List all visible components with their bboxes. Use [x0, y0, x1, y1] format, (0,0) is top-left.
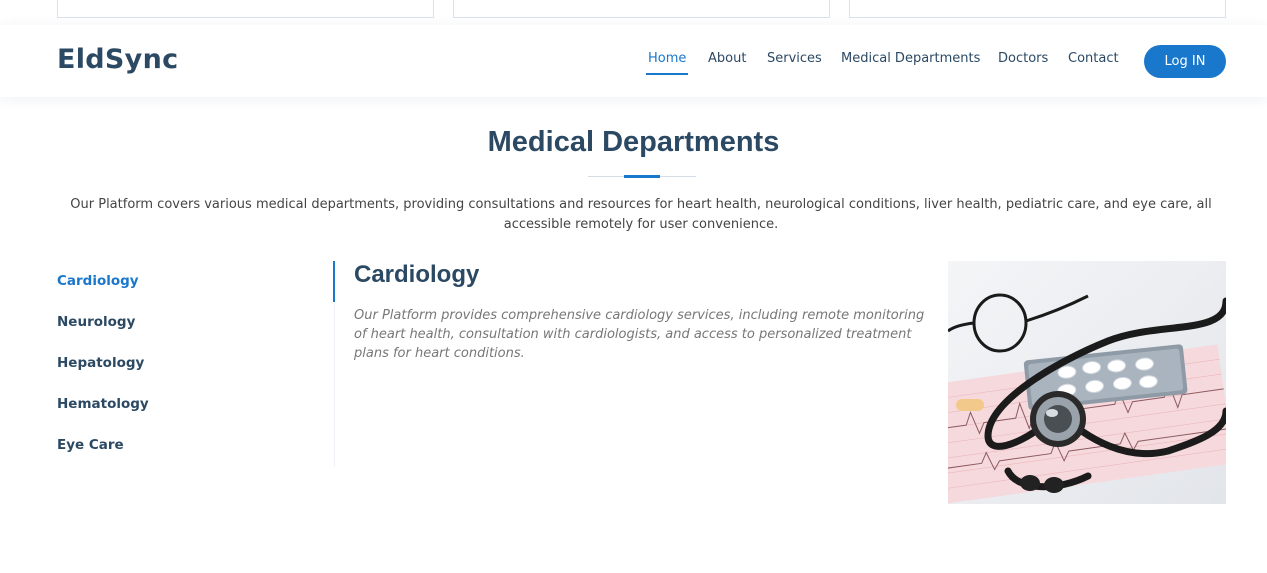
department-tabs: Cardiology Neurology Hepatology Hematolo…: [57, 261, 335, 467]
section-title: Medical Departments: [487, 126, 780, 158]
site-logo[interactable]: EldSync: [57, 44, 178, 75]
nav-doctors[interactable]: Doctors: [998, 51, 1048, 66]
login-button[interactable]: Log IN: [1144, 45, 1226, 78]
site-header: EldSync Home About Services Medical Depa…: [0, 25, 1267, 97]
top-cards-row: [0, 0, 1267, 18]
section-description: Our Platform covers various medical depa…: [70, 197, 1212, 232]
nav-contact[interactable]: Contact: [1068, 51, 1119, 66]
tab-active-indicator: [333, 261, 335, 302]
nav-home[interactable]: Home: [648, 51, 686, 66]
department-title: Cardiology: [354, 261, 480, 288]
department-description: Our Platform provides comprehensive card…: [354, 308, 925, 362]
tab-cardiology[interactable]: Cardiology: [57, 273, 139, 289]
tab-hematology[interactable]: Hematology: [57, 396, 149, 412]
top-card: [453, 0, 830, 18]
top-card: [849, 0, 1226, 18]
title-divider-accent: [624, 175, 660, 178]
tab-neurology[interactable]: Neurology: [57, 314, 135, 330]
nav-about[interactable]: About: [708, 51, 746, 66]
nav-medical-departments[interactable]: Medical Departments: [841, 51, 980, 66]
tab-eye-care[interactable]: Eye Care: [57, 437, 124, 453]
nav-active-underline: [646, 73, 688, 75]
tab-hepatology[interactable]: Hepatology: [57, 355, 144, 371]
stethoscope-image: [948, 261, 1226, 504]
nav-services[interactable]: Services: [767, 51, 822, 66]
top-card: [57, 0, 434, 18]
